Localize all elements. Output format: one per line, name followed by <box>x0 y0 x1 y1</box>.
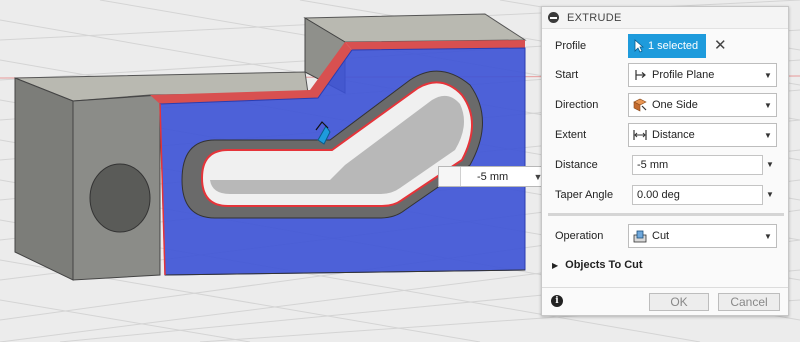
dialog-title: EXTRUDE <box>567 11 622 24</box>
extent-value: Distance <box>652 129 695 141</box>
direction-value: One Side <box>652 99 698 111</box>
chevron-down-icon: ▼ <box>764 130 772 140</box>
chevron-down-icon: ▼ <box>764 100 772 110</box>
taper-row: Taper Angle 0.00 deg ▼ <box>542 183 788 207</box>
info-icon[interactable]: i <box>551 295 563 307</box>
cut-icon <box>629 225 651 247</box>
operation-dropdown[interactable]: Cut ▼ <box>628 224 777 248</box>
distance-manipulator-input[interactable]: -5 mm ▼ <box>438 166 548 187</box>
distance-input[interactable]: -5 mm <box>632 155 763 175</box>
cursor-icon <box>634 39 644 53</box>
profile-label: Profile <box>555 40 587 52</box>
chevron-down-icon: ▼ <box>764 231 772 241</box>
start-dropdown[interactable]: Profile Plane ▼ <box>628 63 777 87</box>
direction-label: Direction <box>555 99 599 111</box>
profile-select-label: 1 selected <box>648 40 699 52</box>
direction-row: Direction One Side ▼ <box>542 93 788 117</box>
start-label: Start <box>555 69 579 81</box>
chevron-down-icon[interactable]: ▼ <box>766 190 774 199</box>
operation-row: Operation Cut ▼ <box>542 224 788 248</box>
dialog-header: EXTRUDE <box>542 7 788 29</box>
divider <box>548 213 784 216</box>
distance-icon <box>629 124 651 146</box>
chevron-down-icon: ▼ <box>764 70 772 80</box>
operation-value: Cut <box>652 230 670 242</box>
one-side-icon <box>629 94 651 116</box>
taper-angle-input[interactable]: 0.00 deg <box>632 185 763 205</box>
extent-row: Extent Distance ▼ <box>542 123 788 147</box>
drag-handle[interactable] <box>439 167 461 186</box>
distance-row: Distance -5 mm ▼ <box>542 153 788 177</box>
distance-manipulator-value[interactable]: -5 mm <box>461 171 529 183</box>
taper-angle-label: Taper Angle <box>555 189 614 201</box>
objects-to-cut-label: Objects To Cut <box>565 259 643 271</box>
profile-plane-icon <box>629 64 651 86</box>
collapse-icon[interactable] <box>548 12 559 23</box>
ok-button[interactable]: OK <box>649 293 709 311</box>
dialog-footer: i OK Cancel <box>542 287 788 316</box>
objects-to-cut-toggle[interactable]: ▶ Objects To Cut <box>552 259 643 271</box>
distance-label: Distance <box>555 159 598 171</box>
start-value: Profile Plane <box>652 69 715 81</box>
chevron-down-icon[interactable]: ▼ <box>766 160 774 169</box>
expand-triangle-icon[interactable]: ▶ <box>552 261 558 270</box>
cancel-button[interactable]: Cancel <box>718 293 780 311</box>
operation-label: Operation <box>555 230 604 242</box>
clear-selection-icon[interactable]: ✕ <box>714 37 727 55</box>
extrude-dialog: EXTRUDE Profile 1 selected ✕ Start Profi… <box>541 6 789 316</box>
direction-dropdown[interactable]: One Side ▼ <box>628 93 777 117</box>
extent-label: Extent <box>555 129 587 141</box>
profile-row: Profile 1 selected ✕ <box>542 34 788 58</box>
start-row: Start Profile Plane ▼ <box>542 63 788 87</box>
extent-dropdown[interactable]: Distance ▼ <box>628 123 777 147</box>
profile-select-button[interactable]: 1 selected <box>628 34 706 58</box>
